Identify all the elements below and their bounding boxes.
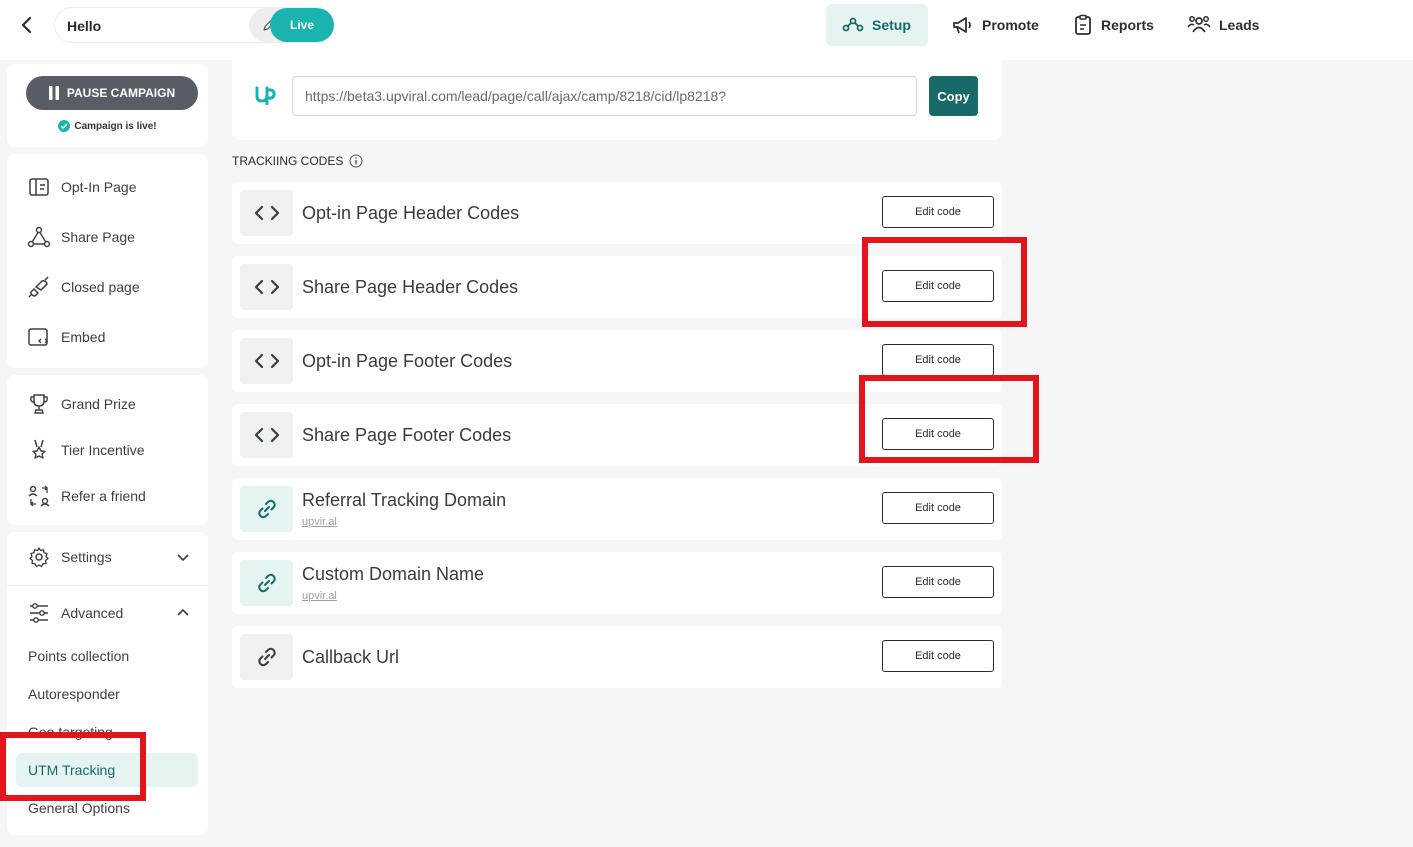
campaign-live-text: Campaign is live! <box>74 120 157 132</box>
sidebar-item-grand-prize[interactable]: Grand Prize <box>27 393 136 415</box>
link-icon <box>240 560 293 606</box>
row-label: Custom Domain Name <box>302 564 485 584</box>
top-bar: Hello Live Setup Promote Reports Leads <box>0 0 1413 60</box>
row-sub-link[interactable]: upvir.al <box>302 516 337 528</box>
edit-code-button[interactable]: Edit code <box>882 640 994 672</box>
edit-code-button[interactable]: Edit code <box>882 492 994 524</box>
code-icon <box>240 190 293 236</box>
tab-reports[interactable]: Reports <box>1073 4 1154 46</box>
link-icon <box>240 486 293 532</box>
row-label: Share Page Header Codes <box>302 277 519 297</box>
tracking-row-share-footer: Share Page Footer Codes Edit code <box>232 404 1002 466</box>
edit-code-button[interactable]: Edit code <box>882 566 994 598</box>
pause-campaign-label: PAUSE CAMPAIGN <box>66 86 176 100</box>
pause-icon <box>48 86 59 100</box>
unplug-icon <box>28 276 49 298</box>
link-icon <box>240 634 293 680</box>
section-title: TRACKIING CODES <box>232 154 344 168</box>
tracking-row-custom-domain: Custom Domain Name upvir.al Edit code <box>232 552 1002 614</box>
row-label: Opt-in Page Footer Codes <box>302 351 513 371</box>
live-badge[interactable]: Live <box>270 8 334 42</box>
tab-leads[interactable]: Leads <box>1187 4 1259 46</box>
tab-setup-label: Setup <box>872 17 911 33</box>
tracking-codes-heading: TRACKIING CODES <box>232 154 363 168</box>
sidebar-item-embed[interactable]: Embed <box>27 326 105 348</box>
edit-code-button[interactable]: Edit code <box>882 418 994 450</box>
info-icon[interactable] <box>349 154 363 168</box>
sidebar-item-label: Settings <box>61 549 112 565</box>
campaign-url-input[interactable] <box>292 76 917 116</box>
sidebar-item-optin-page[interactable]: Opt-In Page <box>27 176 137 198</box>
code-icon <box>240 338 293 384</box>
sliders-icon <box>30 603 48 623</box>
copy-url-button[interactable]: Copy <box>929 76 978 116</box>
sidebar-item-settings[interactable]: Settings <box>27 546 190 568</box>
sidebar-item-label: Embed <box>61 329 106 345</box>
trophy-icon <box>30 394 48 414</box>
sidebar-item-closed-page[interactable]: Closed page <box>27 276 140 298</box>
campaign-live-status: Campaign is live! <box>7 120 208 132</box>
sidebar-item-refer-a-friend[interactable]: Refer a friend <box>27 485 146 507</box>
campaign-url-card: Copy <box>232 60 1002 140</box>
tab-reports-label: Reports <box>1101 17 1154 33</box>
sidebar-item-label: Grand Prize <box>61 396 136 412</box>
edit-code-button[interactable]: Edit code <box>882 344 994 376</box>
tab-promote-label: Promote <box>982 17 1039 33</box>
embed-icon <box>28 328 48 346</box>
megaphone-icon <box>953 17 971 34</box>
tracking-row-share-header: Share Page Header Codes Edit code <box>232 256 1002 318</box>
sidebar-item-label: Opt-In Page <box>61 179 137 195</box>
row-sub-link[interactable]: upvir.al <box>302 590 337 602</box>
upviral-logo-icon <box>255 86 276 105</box>
campaign-status-card: PAUSE CAMPAIGN Campaign is live! <box>7 64 208 147</box>
sidebar-item-label: Refer a friend <box>61 488 146 504</box>
campaign-title-pill: Hello Live <box>54 7 335 43</box>
sidebar-item-general-options[interactable]: General Options <box>28 800 130 816</box>
edit-code-button[interactable]: Edit code <box>882 196 994 228</box>
sidebar-item-share-page[interactable]: Share Page <box>27 226 135 248</box>
medal-icon <box>32 439 46 459</box>
chevron-down-icon <box>177 554 189 562</box>
sidebar-item-advanced[interactable]: Advanced <box>27 602 190 624</box>
settings-card: Settings Advanced Points collection Auto… <box>7 532 208 835</box>
edit-code-button[interactable]: Edit code <box>882 270 994 302</box>
rewards-card: Grand Prize Tier Incentive Refer a frien… <box>7 375 208 525</box>
setup-icon <box>842 17 864 32</box>
sidebar-item-label: Share Page <box>61 229 135 245</box>
tracking-row-optin-footer: Opt-in Page Footer Codes Edit code <box>232 330 1002 392</box>
sidebar-item-label: Advanced <box>61 605 124 621</box>
clipboard-icon <box>1075 14 1091 35</box>
tracking-row-referral-domain: Referral Tracking Domain upvir.al Edit c… <box>232 478 1002 540</box>
pages-card: Opt-In Page Share Page Closed page Embed <box>7 154 208 368</box>
chevron-left-icon[interactable] <box>18 14 36 36</box>
row-label: Callback Url <box>302 647 400 667</box>
pause-campaign-button[interactable]: PAUSE CAMPAIGN <box>26 76 198 110</box>
code-icon <box>240 264 293 310</box>
tracking-row-optin-header: Opt-in Page Header Codes Edit code <box>232 182 1002 244</box>
row-label: Opt-in Page Header Codes <box>302 203 520 223</box>
users-icon <box>1187 16 1211 33</box>
tracking-row-callback-url: Callback Url Edit code <box>232 626 1002 688</box>
gear-icon <box>29 547 49 568</box>
sidebar-item-points-collection[interactable]: Points collection <box>28 648 129 664</box>
tab-promote[interactable]: Promote <box>952 4 1039 46</box>
share-nodes-icon <box>27 226 51 248</box>
tab-setup[interactable]: Setup <box>826 4 928 46</box>
row-label: Referral Tracking Domain <box>302 490 507 510</box>
code-icon <box>240 412 293 458</box>
refer-icon <box>28 485 50 507</box>
check-circle-icon <box>58 120 71 132</box>
tab-leads-label: Leads <box>1219 17 1260 33</box>
optin-page-icon <box>29 178 49 196</box>
sidebar-item-tier-incentive[interactable]: Tier Incentive <box>27 439 145 461</box>
sidebar-item-autoresponder[interactable]: Autoresponder <box>28 686 120 702</box>
sidebar-item-label: Tier Incentive <box>61 442 145 458</box>
sidebar-item-geo-targeting[interactable]: Geo targeting <box>28 724 113 740</box>
divider <box>7 585 208 586</box>
row-label: Share Page Footer Codes <box>302 425 512 445</box>
campaign-name: Hello <box>67 18 102 34</box>
chevron-up-icon <box>177 608 189 616</box>
sidebar-item-label: Closed page <box>61 279 140 295</box>
sidebar-item-utm-tracking[interactable]: UTM Tracking <box>16 753 198 787</box>
